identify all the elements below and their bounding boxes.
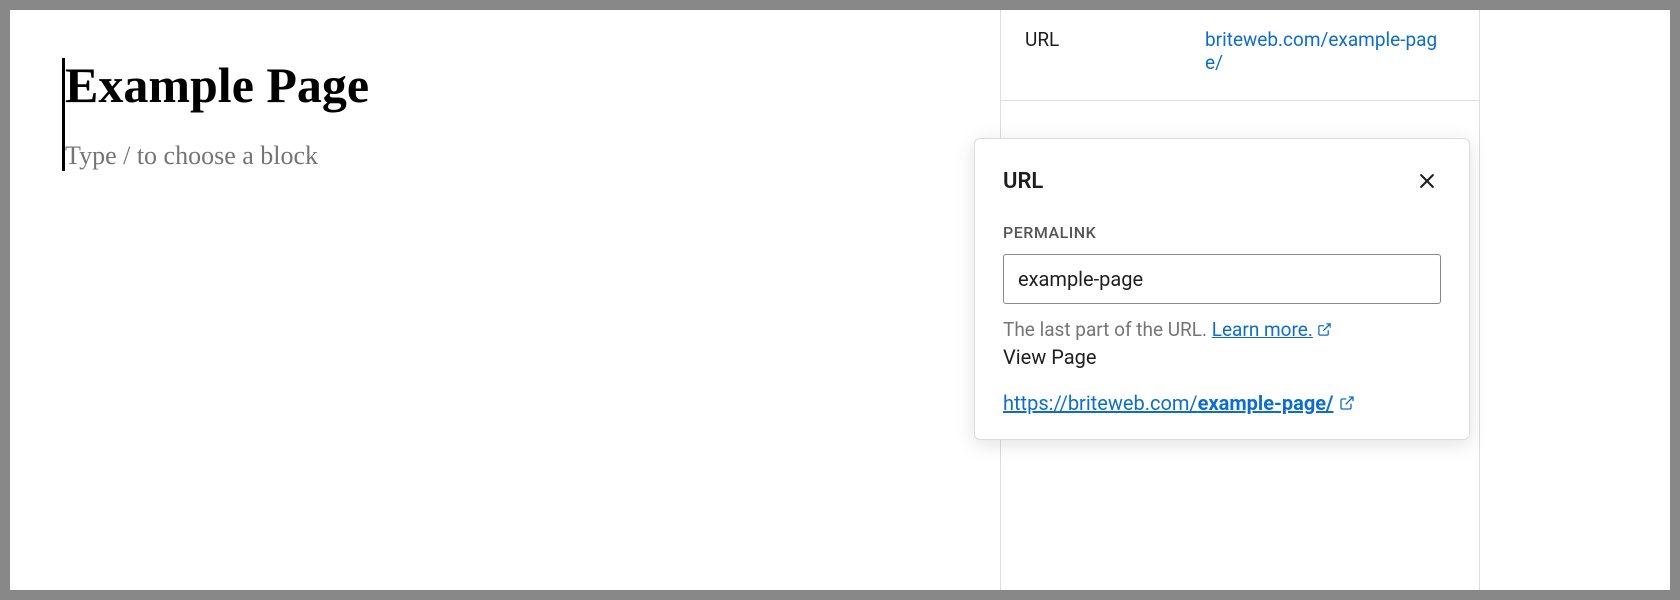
learn-more-link[interactable]: Learn more. [1212,318,1332,341]
external-link-icon [1317,322,1332,337]
close-icon [1417,171,1437,191]
editor-content: Example Page [62,58,565,171]
page-title[interactable]: Example Page [65,58,565,113]
url-row-value[interactable]: briteweb.com/example-page/ [1205,28,1455,74]
permalink-input[interactable] [1003,254,1441,304]
close-button[interactable] [1413,167,1441,195]
permalink-label: PERMALINK [1003,223,1441,242]
view-page-link[interactable]: https://briteweb.com/example-page/ [1003,391,1355,415]
popover-header: URL [1003,167,1441,195]
popover-title: URL [1003,169,1043,194]
full-url-slug: example-page/ [1198,391,1334,415]
full-url-prefix: https://briteweb.com/ [1003,391,1198,415]
url-popover: URL PERMALINK The last part of the URL. … [974,138,1470,440]
block-placeholder-input[interactable] [65,141,565,171]
url-setting-row[interactable]: URL briteweb.com/example-page/ [1001,10,1479,101]
permalink-help-text: The last part of the URL. Learn more. [1003,318,1441,341]
help-text-content: The last part of the URL. [1003,318,1212,341]
view-page-label: View Page [1003,345,1441,369]
url-row-label: URL [1025,28,1205,51]
external-link-icon [1339,395,1355,411]
